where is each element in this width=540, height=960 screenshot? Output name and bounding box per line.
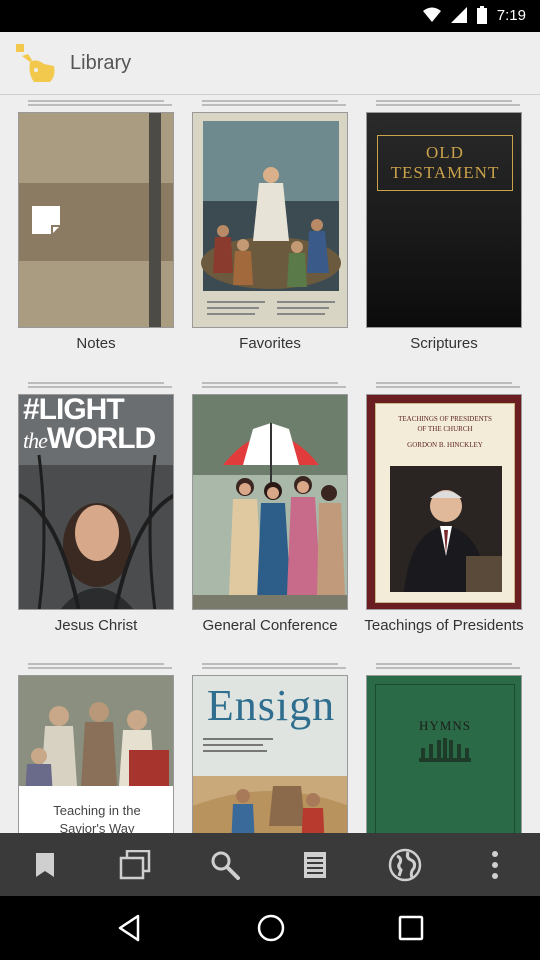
cover-title-line: Teaching in the xyxy=(53,803,141,818)
book-teachings-of-presidents[interactable]: TEACHINGS OF PRESIDENTS OF THE CHURCH GO… xyxy=(364,382,524,636)
favorites-cover-painting xyxy=(192,112,348,328)
more-icon xyxy=(492,850,498,879)
cover-title-line: #LIGHT xyxy=(23,394,125,426)
wifi-icon xyxy=(422,7,441,22)
nav-search[interactable] xyxy=(180,833,270,896)
nav-bookmarks[interactable] xyxy=(0,833,90,896)
windows-icon xyxy=(119,849,151,879)
gospel-library-logo-icon[interactable] xyxy=(14,42,58,84)
old-testament-title-frame: OLD TESTAMENT xyxy=(377,135,513,191)
status-bar: 7:19 xyxy=(0,0,540,32)
book-jesus-christ[interactable]: #LIGHT theWORLD Jesus Christ xyxy=(18,382,174,636)
battery-icon xyxy=(476,6,487,24)
book-stack-edge xyxy=(376,100,520,112)
system-nav-bar xyxy=(0,896,540,960)
notes-cover xyxy=(18,112,174,328)
book-stack-edge xyxy=(202,100,346,112)
book-label: Teachings of Presidents xyxy=(364,617,524,634)
book-label: General Conference xyxy=(202,617,338,634)
book-stack-edge xyxy=(28,382,172,394)
status-time: 7:19 xyxy=(496,6,526,24)
book-general-conference[interactable]: General Conference xyxy=(192,382,348,636)
book-notes[interactable]: Notes xyxy=(18,100,174,354)
book-stack-edge xyxy=(28,100,172,112)
nav-windows[interactable] xyxy=(90,833,180,896)
page-title: Library xyxy=(70,52,132,74)
book-stack-edge xyxy=(202,382,346,394)
book-label: Favorites xyxy=(239,335,301,352)
light-the-world-cover: #LIGHT theWORLD xyxy=(18,394,174,610)
book-stack-edge xyxy=(376,663,520,675)
ensign-cover: Ensign xyxy=(192,675,348,833)
cover-title-line: the xyxy=(23,428,48,453)
recents-icon[interactable] xyxy=(398,915,424,941)
teachings-cover: TEACHINGS OF PRESIDENTS OF THE CHURCH GO… xyxy=(366,394,522,610)
home-icon[interactable] xyxy=(256,913,286,943)
hymns-cover: HYMNS xyxy=(366,675,522,833)
library-grid: Notes Favorites OLD TESTAMENT Scriptures… xyxy=(0,95,540,833)
book-label: Jesus Christ xyxy=(54,617,138,634)
cover-title-line: TEACHINGS OF PRESIDENTS xyxy=(398,415,492,423)
teaching-saviors-way-cover: Teaching in the Savior's Way xyxy=(18,675,174,833)
list-icon xyxy=(304,851,326,878)
bottom-nav xyxy=(0,833,540,896)
book-favorites[interactable]: Favorites xyxy=(192,100,348,354)
portrait-photo xyxy=(390,466,502,592)
nav-contents[interactable] xyxy=(270,833,360,896)
book-scriptures[interactable]: OLD TESTAMENT Scriptures xyxy=(366,100,522,354)
search-icon xyxy=(211,851,240,880)
scriptures-cover: OLD TESTAMENT xyxy=(366,112,522,328)
cover-title-line: OF THE CHURCH xyxy=(417,425,473,433)
cover-title-line: TESTAMENT xyxy=(390,163,500,182)
cover-title-line: OLD xyxy=(426,143,464,162)
book-stack-edge xyxy=(202,663,346,675)
back-icon[interactable] xyxy=(116,914,144,942)
temple-icon xyxy=(419,738,471,762)
bookmark-icon xyxy=(36,852,54,877)
cover-title-line: Savior's Way xyxy=(59,821,135,833)
book-stack-edge xyxy=(376,382,520,394)
book-stack-edge xyxy=(28,663,172,675)
book-label: Scriptures xyxy=(410,335,478,352)
ensign-masthead: Ensign xyxy=(206,681,336,730)
app-bar: Library xyxy=(0,32,540,95)
general-conference-cover-photo xyxy=(192,394,348,610)
nav-web[interactable] xyxy=(360,833,450,896)
signal-icon xyxy=(450,7,467,23)
nav-more[interactable] xyxy=(450,833,540,896)
cover-title-line: WORLD xyxy=(46,422,156,455)
globe-icon xyxy=(388,848,422,881)
book-teaching-in-the-saviors-way[interactable]: Teaching in the Savior's Way xyxy=(18,663,174,833)
book-label: Notes xyxy=(76,335,116,352)
book-ensign[interactable]: Ensign xyxy=(192,663,348,833)
hymns-title: HYMNS xyxy=(419,718,471,733)
cover-subtitle: GORDON B. HINCKLEY xyxy=(407,441,483,449)
book-hymns[interactable]: HYMNS xyxy=(366,663,522,833)
note-icon xyxy=(32,206,60,234)
